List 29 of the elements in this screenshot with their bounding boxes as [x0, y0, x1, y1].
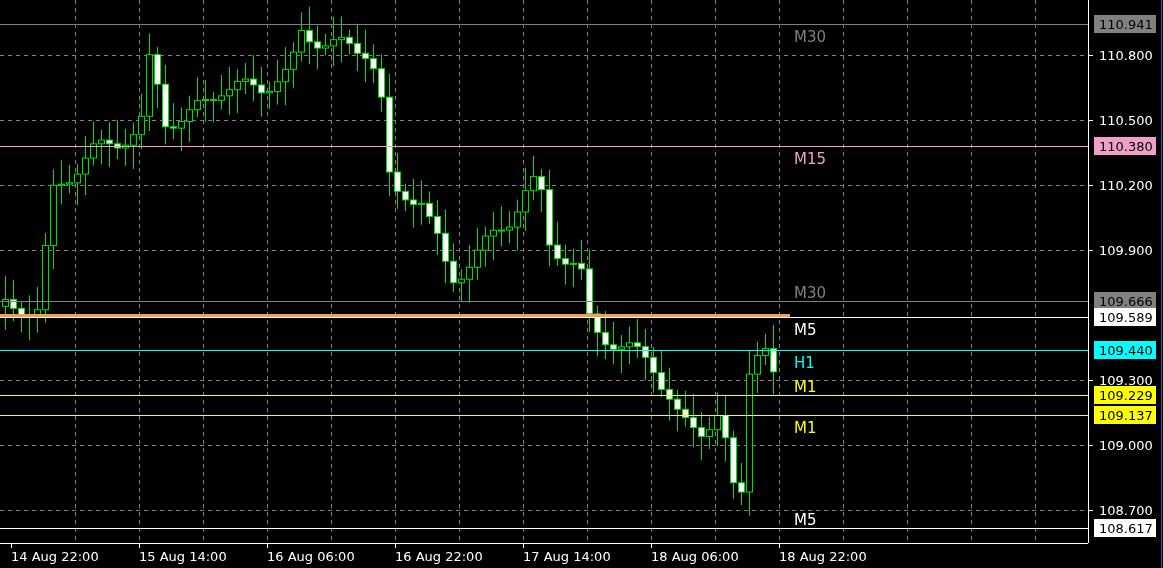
time-label: 15 Aug 14:00 — [139, 549, 227, 564]
price-tag: 109.589 — [1094, 308, 1156, 326]
price-label: 109.000 — [1099, 438, 1153, 453]
time-label: 14 Aug 22:00 — [11, 549, 99, 564]
price-label: 110.200 — [1099, 178, 1153, 193]
price-tag: 109.229 — [1094, 386, 1156, 404]
price-tag: 108.617 — [1094, 519, 1156, 537]
time-label: 18 Aug 06:00 — [651, 549, 739, 564]
time-label: 17 Aug 14:00 — [523, 549, 611, 564]
time-label: 16 Aug 22:00 — [395, 549, 483, 564]
price-label: 110.500 — [1099, 113, 1153, 128]
level-label: M1 — [794, 377, 817, 396]
price-label: 109.900 — [1099, 243, 1153, 258]
price-tag: 109.440 — [1094, 341, 1156, 359]
price-tag: 109.137 — [1094, 406, 1156, 424]
price-label: 110.800 — [1099, 48, 1153, 63]
level-label: M15 — [794, 149, 827, 168]
level-label: M5 — [794, 320, 817, 339]
price-tag: 110.380 — [1094, 137, 1156, 155]
level-label: H1 — [794, 353, 815, 372]
price-label: 109.300 — [1099, 373, 1153, 388]
time-label: 18 Aug 22:00 — [779, 549, 867, 564]
level-label: M5 — [794, 510, 817, 529]
price-tag: 110.941 — [1094, 15, 1156, 33]
level-label: M1 — [794, 418, 817, 437]
price-label: 108.700 — [1099, 503, 1153, 518]
level-label: M30 — [794, 283, 827, 302]
time-label: 16 Aug 06:00 — [267, 549, 355, 564]
level-label: M30 — [794, 27, 827, 46]
